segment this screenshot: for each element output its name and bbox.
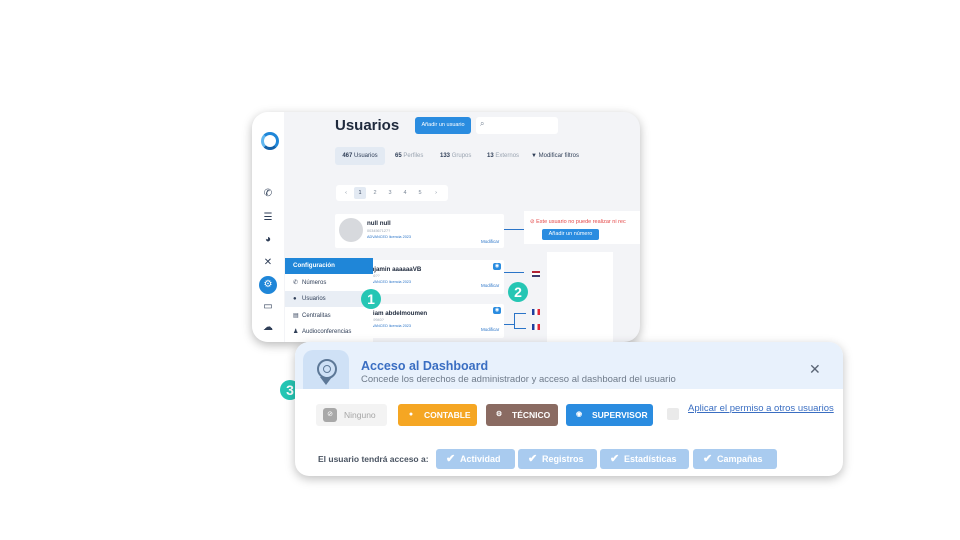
filter-icon: ▼ xyxy=(531,153,537,159)
dashboard-access-card: Acceso al Dashboard Concede los derechos… xyxy=(295,342,843,476)
modify-link[interactable]: Modificar xyxy=(481,239,499,244)
eye-icon[interactable]: ◉ xyxy=(493,307,501,314)
connector-line xyxy=(504,324,514,325)
check-icon: ✔ xyxy=(610,453,620,465)
phone-icon[interactable]: ✆ xyxy=(262,188,274,200)
gear-icon: ⚙ xyxy=(495,411,503,418)
cloud-icon[interactable]: ☁ xyxy=(262,322,274,334)
access-campanas-chip[interactable]: ✔ Campañas xyxy=(693,449,777,469)
page-4[interactable]: 4 xyxy=(399,187,411,199)
step-marker-1: 1 xyxy=(361,289,381,309)
page-title: Usuarios xyxy=(335,117,400,134)
modify-link[interactable]: Modificar xyxy=(481,327,499,332)
check-icon: ✔ xyxy=(528,453,538,465)
menu-item-usuarios[interactable]: ● Usuarios xyxy=(285,291,373,307)
pagination: ‹ 1 2 3 4 5 › xyxy=(336,185,448,201)
user-name: yriam abdelmoumen xyxy=(367,310,428,317)
dashboard-access-subtitle: Concede los derechos de administrador y … xyxy=(361,374,676,385)
user-name: enjamin aaaaaaVB xyxy=(367,266,422,273)
tools-icon[interactable]: ✕ xyxy=(262,257,274,269)
add-user-button[interactable]: Añadir un usuario xyxy=(415,117,471,134)
group-icon: ♟ xyxy=(293,329,299,335)
user-icon: ● xyxy=(293,296,297,302)
sidebar: ✆ ☰ ◕ ✕ ⚙ ▭ ☁ xyxy=(252,112,284,342)
filter-button[interactable]: ▼ Modificar filtros xyxy=(531,147,579,165)
tab-usuarios[interactable]: 467 Usuarios xyxy=(335,147,385,165)
message-icon[interactable]: ▭ xyxy=(262,301,274,313)
fr-flag-icon xyxy=(532,309,540,315)
menu-item-audioconferencias[interactable]: ♟ Audioconferencias xyxy=(285,324,373,340)
error-message: ⊘ Este usuario no puede realizar ni rec xyxy=(530,219,626,225)
permission-ninguno-button[interactable]: ⊘ Ninguno xyxy=(316,404,387,426)
menu-item-centralitas[interactable]: ▤ Centralitas xyxy=(285,308,373,324)
user-license: ADVANCED licencia 2023 xyxy=(367,235,412,239)
access-registros-chip[interactable]: ✔ Registros xyxy=(518,449,597,469)
connector-line xyxy=(514,328,526,329)
page-2[interactable]: 2 xyxy=(369,187,381,199)
number-list xyxy=(547,252,613,342)
config-menu-header: Configuración xyxy=(285,258,373,274)
page-3[interactable]: 3 xyxy=(384,187,396,199)
access-actividad-chip[interactable]: ✔ Actividad xyxy=(436,449,515,469)
apply-to-others-link[interactable]: Aplicar el permiso a otros usuarios xyxy=(688,403,834,414)
app-logo xyxy=(261,132,279,150)
page-next[interactable]: › xyxy=(430,187,442,199)
user-license: ADVANCED licencia 2023 xyxy=(367,324,412,328)
dashboard-access-title: Acceso al Dashboard xyxy=(361,359,489,373)
close-icon[interactable]: ✕ xyxy=(809,361,821,378)
permission-contable-button[interactable]: ● CONTABLE xyxy=(398,404,477,426)
tab-grupos[interactable]: 133 Grupos xyxy=(440,147,471,165)
avatar xyxy=(339,218,363,242)
menu-item-numeros[interactable]: ✆ Números xyxy=(285,275,373,291)
modify-link[interactable]: Modificar xyxy=(481,283,499,288)
add-number-button[interactable]: Añadir un número xyxy=(542,229,599,240)
access-estadisticas-chip[interactable]: ✔ Estadísticas xyxy=(600,449,689,469)
usuarios-screenshot-card: ✆ ☰ ◕ ✕ ⚙ ▭ ☁ Usuarios Añadir un usuario… xyxy=(252,112,640,342)
phone-icon: ✆ xyxy=(293,280,299,286)
tab-perfiles[interactable]: 65 Perfiles xyxy=(395,147,423,165)
eye-icon[interactable]: ◉ xyxy=(493,263,501,270)
check-icon: ✔ xyxy=(703,453,713,465)
page-1[interactable]: 1 xyxy=(354,187,366,199)
user-phone: 0034567127? xyxy=(367,229,391,233)
switchboard-icon: ▤ xyxy=(293,313,299,319)
page-5[interactable]: 5 xyxy=(414,187,426,199)
permission-tecnico-button[interactable]: ⚙ TÉCNICO xyxy=(486,404,558,426)
block-icon: ⊘ xyxy=(323,408,337,422)
header-badge xyxy=(303,350,349,389)
chart-icon[interactable]: ◕ xyxy=(262,234,274,246)
list-icon[interactable]: ☰ xyxy=(262,212,274,224)
config-menu: Configuración ✆ Números ● Usuarios ▤ Centra… xyxy=(285,258,373,342)
fr-flag-icon xyxy=(532,324,540,330)
dashboard-access-header: Acceso al Dashboard Concede los derechos… xyxy=(295,342,843,389)
search-input[interactable]: ⌕ xyxy=(476,117,558,134)
tab-externos[interactable]: 13 Externos xyxy=(487,147,519,165)
connector-line xyxy=(514,313,526,314)
user-row[interactable]: null null 0034567127? ADVANCED licencia … xyxy=(335,214,504,248)
award-icon xyxy=(317,359,337,379)
step-marker-2: 2 xyxy=(508,282,528,302)
connector-line xyxy=(504,229,524,230)
page-prev[interactable]: ‹ xyxy=(340,187,352,199)
connector-line xyxy=(504,272,524,273)
user-license: ADVANCED licencia 2023 xyxy=(367,280,412,284)
number-panel: ⊘ Este usuario no puede realizar ni rec … xyxy=(524,211,640,244)
permission-supervisor-button[interactable]: ◉ SUPERVISOR xyxy=(566,404,653,426)
apply-to-others-checkbox[interactable] xyxy=(667,408,679,420)
eye-icon: ◉ xyxy=(575,411,583,418)
connector-line xyxy=(514,313,515,328)
check-icon: ✔ xyxy=(446,453,456,465)
us-flag-icon xyxy=(532,271,540,277)
user-name: null null xyxy=(367,220,391,227)
access-label: El usuario tendrá acceso a: xyxy=(318,454,429,464)
gear-icon[interactable]: ⚙ xyxy=(259,276,277,294)
search-icon: ⌕ xyxy=(480,119,485,128)
info-icon: ● xyxy=(408,411,414,418)
